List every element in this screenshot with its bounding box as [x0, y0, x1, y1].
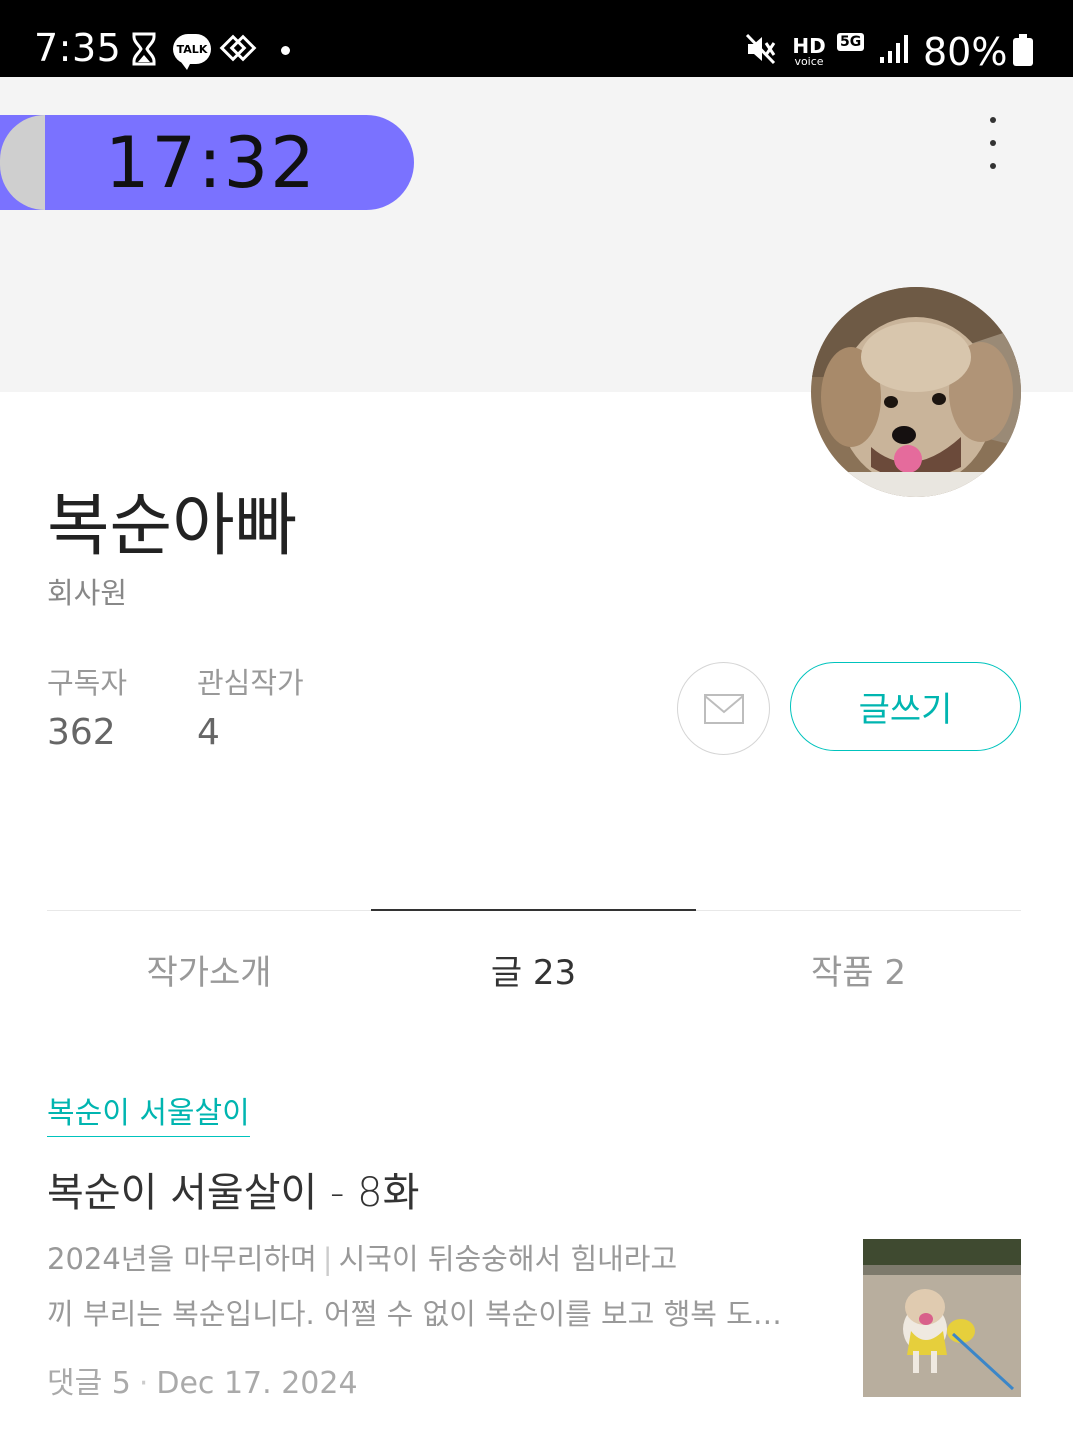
- mute-icon: [744, 32, 778, 66]
- tab-posts[interactable]: 글 23: [371, 945, 696, 995]
- meta-separator: ·: [138, 1366, 149, 1401]
- tab-works[interactable]: 작품 2: [696, 945, 1021, 995]
- excerpt-lead: 2024년을 마무리하며: [47, 1242, 317, 1276]
- message-button[interactable]: [677, 662, 770, 755]
- following-count[interactable]: 4: [197, 712, 220, 753]
- profile-job: 회사원: [47, 576, 128, 610]
- hourglass-icon: [131, 32, 157, 66]
- excerpt-text-2: 끼 부리는 복순입니다. 어쩔 수 없이 복순이를 보고 행복 도…: [47, 1297, 782, 1331]
- status-time: 7:35: [34, 26, 122, 70]
- more-dot: [990, 140, 996, 146]
- more-options-button[interactable]: [978, 112, 1008, 174]
- hd-voice-icon: HD voice: [790, 36, 828, 67]
- signal-icon: [878, 32, 910, 66]
- hd-label: HD: [792, 34, 826, 58]
- article-title[interactable]: 복순이 서울살이 - 8화: [47, 1160, 419, 1218]
- tab-author-intro[interactable]: 작가소개: [47, 945, 371, 995]
- magazine-link[interactable]: 복순이 서울살이: [47, 1088, 250, 1137]
- battery-icon: [1013, 34, 1033, 66]
- excerpt-separator: |: [322, 1242, 333, 1276]
- comment-count: 댓글 5: [47, 1366, 131, 1401]
- envelope-icon: [703, 693, 744, 724]
- following-label[interactable]: 관심작가: [197, 660, 304, 702]
- article-thumbnail[interactable]: [863, 1239, 1021, 1397]
- article-excerpt[interactable]: 2024년을 마무리하며 | 시국이 뒤숭숭해서 힘내라고 끼 부리는 복순입니다.…: [47, 1232, 827, 1342]
- kakaotalk-icon: TALK: [173, 34, 211, 70]
- status-bar: 7:35 TALK HD voice 5G 80%: [0, 0, 1073, 77]
- profile-avatar[interactable]: [811, 287, 1021, 497]
- excerpt-line: 2024년을 마무리하며 | 시국이 뒤숭숭해서 힘내라고: [47, 1232, 827, 1287]
- more-dot: [990, 117, 996, 123]
- more-dot: [990, 163, 996, 169]
- subscribers-label[interactable]: 구독자: [47, 660, 127, 702]
- subscribers-count[interactable]: 362: [47, 712, 116, 753]
- active-tab-indicator: [371, 909, 696, 911]
- excerpt-text-1: 시국이 뒤숭숭해서 힘내라고: [338, 1242, 678, 1276]
- profile-name: 복순아빠: [47, 487, 298, 566]
- notification-dot: [281, 46, 290, 55]
- timer-text: 17:32: [105, 122, 317, 204]
- write-button[interactable]: 글쓰기: [790, 662, 1021, 751]
- article-date: Dec 17. 2024: [156, 1366, 358, 1401]
- article-meta: 댓글 5 · Dec 17. 2024: [47, 1358, 358, 1402]
- network-5g-icon: 5G: [837, 33, 865, 51]
- voice-label: voice: [794, 55, 824, 68]
- timer-handle[interactable]: [0, 115, 45, 210]
- battery-percent: 80%: [923, 30, 1008, 74]
- sync-icon: [219, 32, 257, 66]
